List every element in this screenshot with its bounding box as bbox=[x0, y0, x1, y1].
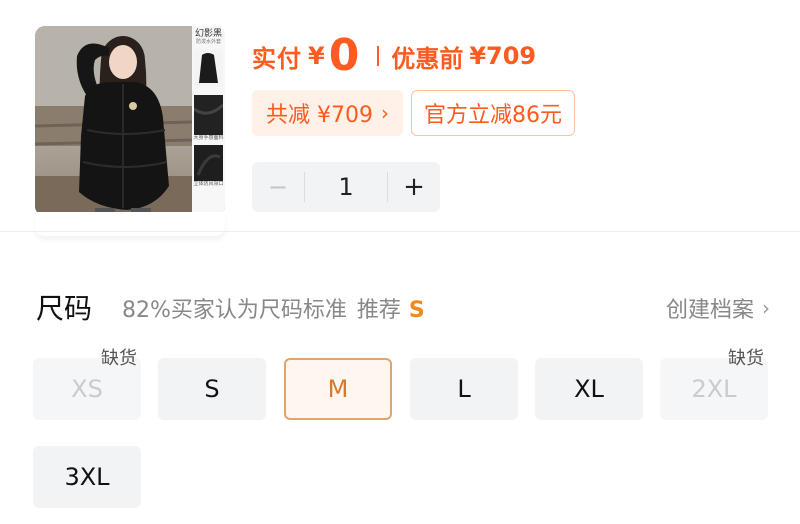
thumb-sub-label: 防泼水外套 bbox=[195, 39, 221, 45]
quantity-input[interactable]: 1 bbox=[304, 172, 388, 202]
size-option-2xl[interactable]: 缺货 2XL bbox=[660, 348, 768, 420]
size-option-label: M bbox=[327, 375, 349, 403]
size-option-s[interactable]: S bbox=[158, 358, 266, 420]
quantity-stepper: − 1 + bbox=[252, 162, 440, 212]
paid-price: 0 bbox=[328, 30, 360, 81]
product-image[interactable]: 幻影黑 防泼水外套 大身手感面料 立体防风领口 bbox=[35, 26, 225, 216]
currency-symbol: ¥ bbox=[308, 42, 325, 70]
price-row: 实付 ¥ 0 优惠前 ¥709 bbox=[252, 30, 536, 82]
thumbnail[interactable] bbox=[194, 95, 223, 135]
thumb-brand-label: 幻影黑 bbox=[194, 29, 222, 39]
create-profile-label: 创建档案 bbox=[665, 298, 754, 323]
size-section-title: 尺码 bbox=[36, 292, 93, 325]
increase-button[interactable]: + bbox=[388, 172, 440, 202]
official-discount-label: 官方立减86元 bbox=[423, 103, 562, 128]
chevron-right-icon: › bbox=[762, 296, 770, 320]
size-option-label: S bbox=[204, 375, 220, 403]
size-option-3xl[interactable]: 3XL bbox=[33, 446, 141, 508]
out-of-stock-badge: 缺货 bbox=[101, 348, 137, 369]
image-card-base bbox=[35, 212, 225, 236]
size-option-m[interactable]: M bbox=[284, 358, 392, 420]
size-option-xl[interactable]: XL bbox=[535, 358, 643, 420]
total-discount-label: 共减 ¥709 bbox=[266, 103, 373, 128]
original-price-label: 优惠前 bbox=[391, 44, 464, 73]
chevron-right-icon: › bbox=[380, 101, 389, 125]
create-profile-link[interactable]: 创建档案 › bbox=[666, 292, 770, 324]
size-option-label: XL bbox=[574, 375, 604, 403]
thumb-caption-2: 立体防风领口 bbox=[193, 181, 224, 187]
discount-row: 共减 ¥709 › 官方立减86元 bbox=[252, 90, 575, 136]
total-discount-button[interactable]: 共减 ¥709 › bbox=[252, 90, 403, 136]
out-of-stock-badge: 缺货 bbox=[728, 348, 764, 369]
recommended-size: S bbox=[408, 298, 425, 323]
official-discount-tag: 官方立减86元 bbox=[410, 90, 575, 136]
original-price: ¥709 bbox=[469, 42, 537, 70]
thumbnail[interactable] bbox=[194, 145, 223, 181]
size-option-label: XS bbox=[71, 375, 103, 403]
size-option-xs[interactable]: 缺货 XS bbox=[33, 348, 141, 420]
decrease-button[interactable]: − bbox=[252, 173, 304, 201]
model-photo bbox=[35, 26, 192, 216]
paid-label: 实付 bbox=[252, 44, 302, 73]
size-hint: 82%买家认为尺码标准 推荐 S bbox=[122, 292, 425, 324]
size-option-label: 2XL bbox=[691, 375, 737, 403]
size-option-l[interactable]: L bbox=[410, 358, 518, 420]
price-divider bbox=[377, 46, 380, 66]
sku-selector-panel: 幻影黑 防泼水外套 大身手感面料 立体防风领口 实付 ¥ 0 优惠前 ¥709 … bbox=[0, 0, 800, 524]
thumbnail-strip: 幻影黑 防泼水外套 大身手感面料 立体防风领口 bbox=[192, 26, 225, 216]
thumb-caption-1: 大身手感面料 bbox=[193, 135, 224, 141]
thumbnail[interactable] bbox=[194, 49, 223, 87]
size-hint-text: 82%买家认为尺码标准 bbox=[122, 298, 347, 323]
size-option-label: L bbox=[457, 375, 471, 403]
size-option-label: 3XL bbox=[64, 463, 110, 491]
section-divider bbox=[0, 231, 800, 232]
recommend-label: 推荐 bbox=[356, 298, 401, 323]
